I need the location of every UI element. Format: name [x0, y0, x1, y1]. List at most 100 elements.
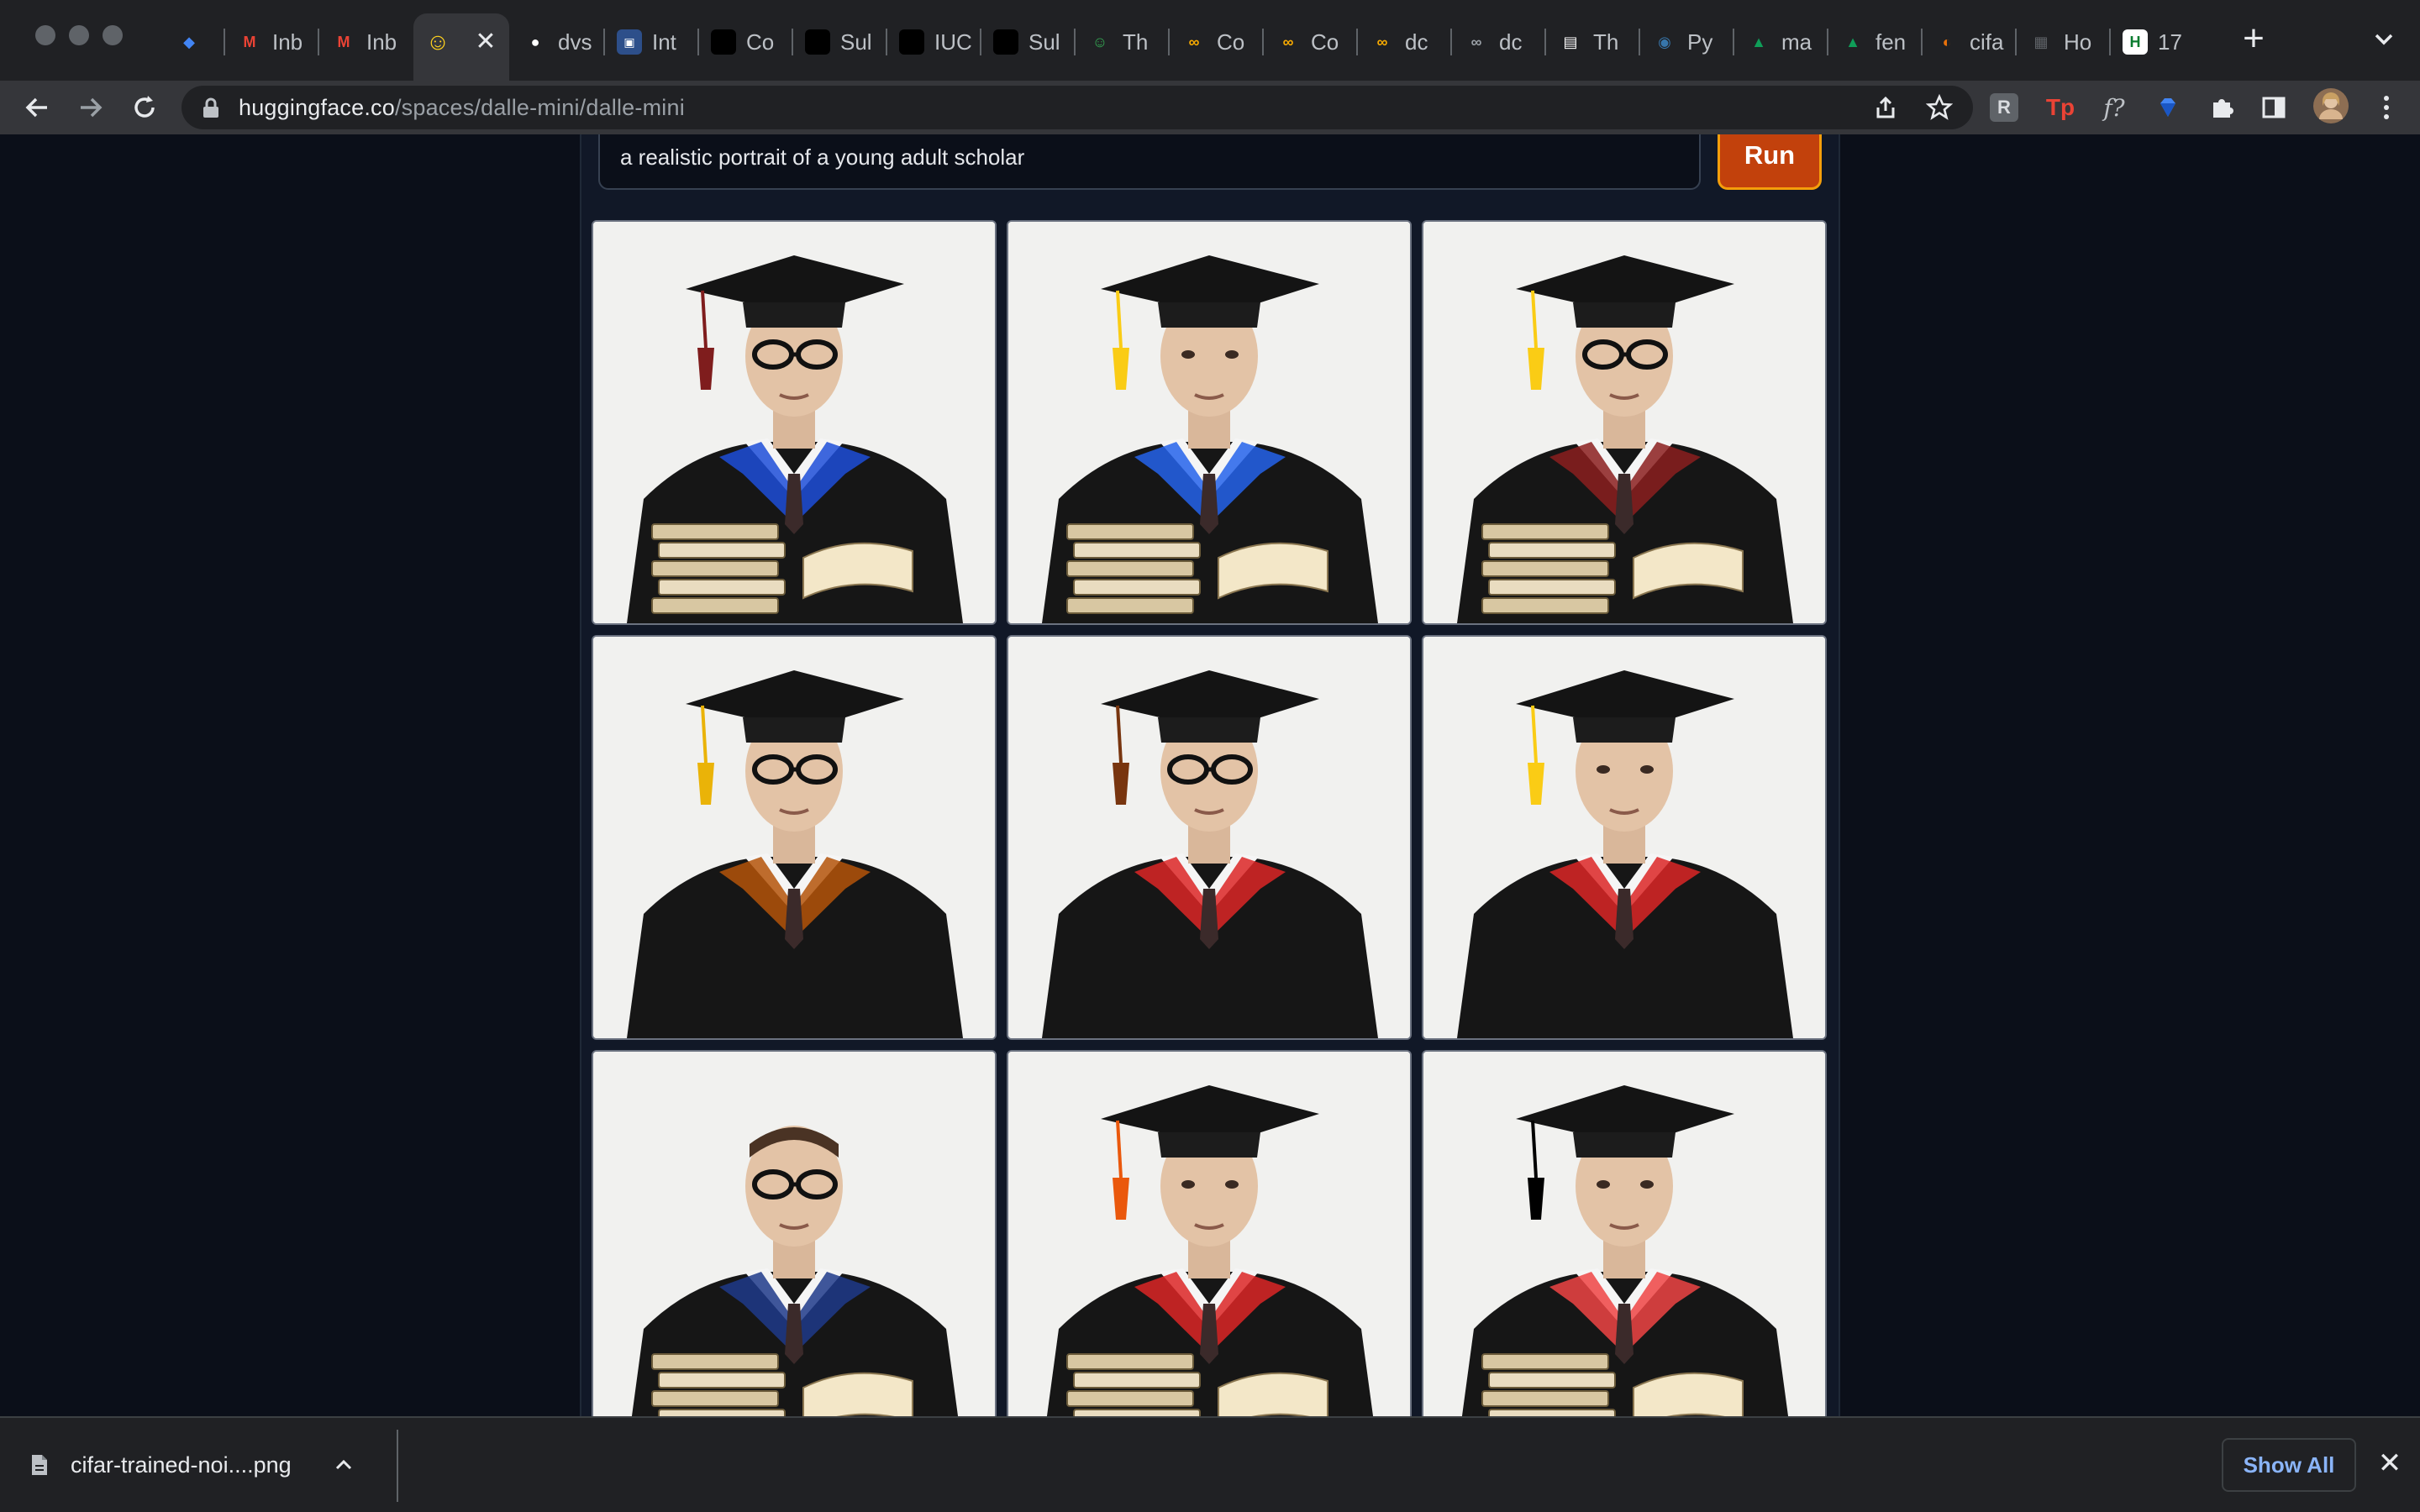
- download-item[interactable]: cifar-trained-noi....png: [30, 1435, 354, 1495]
- bookmark-star-icon[interactable]: [1924, 92, 1954, 123]
- browser-tab[interactable]: ⁝ Sul: [793, 24, 887, 60]
- tab-title: Co: [1311, 29, 1339, 55]
- browser-tab[interactable]: ▣ Int: [605, 24, 699, 60]
- browser-tab[interactable]: ∞ Co: [1170, 24, 1264, 60]
- gem-extension-icon[interactable]: [2151, 91, 2185, 124]
- tab-title: Ho: [2064, 29, 2092, 55]
- browser-tab[interactable]: M Inb: [319, 24, 413, 60]
- generated-image[interactable]: [1007, 220, 1412, 625]
- url-text[interactable]: huggingface.co/spaces/dalle-mini/dalle-m…: [239, 95, 685, 121]
- generated-image[interactable]: [592, 1050, 997, 1416]
- tab-title: Int: [652, 29, 676, 55]
- download-file-name[interactable]: cifar-trained-noi....png: [71, 1452, 292, 1478]
- tab-title: fen: [1876, 29, 1907, 55]
- tab-title: ma: [1781, 29, 1812, 55]
- browser-tab[interactable]: ∞ dc: [1358, 24, 1452, 60]
- window-close-dot[interactable]: [35, 25, 55, 45]
- url-path: /spaces/dalle-mini/dalle-mini: [394, 95, 685, 120]
- prompt-text[interactable]: a realistic portrait of a young adult sc…: [620, 144, 1024, 171]
- colab-icon: ∞: [1470, 33, 1482, 50]
- notion-icon: ⁝: [899, 29, 924, 55]
- tab-strip: ◆ M Inb M Inb ☺ ● dvs ▣ Int ⁝ Co ⁝ Sul ⁝ IUC ⁝ Sul ☺ Th ∞ Co ∞…: [0, 0, 2420, 81]
- drive-icon: ▲: [1845, 33, 1860, 50]
- lock-icon[interactable]: [202, 97, 220, 119]
- browser-menu-icon[interactable]: [2370, 91, 2403, 124]
- colab-icon: ∞: [1376, 33, 1388, 50]
- prompt-input[interactable]: a realistic portrait of a young adult sc…: [598, 134, 1701, 190]
- image-icon: ▦: [2033, 33, 2049, 50]
- browser-tab[interactable]: ▲ ma: [1734, 24, 1828, 60]
- colab-icon: ∞: [1188, 33, 1200, 50]
- generated-image[interactable]: [1422, 1050, 1827, 1416]
- notion-icon: ⁝: [711, 29, 736, 55]
- gmail-icon: M: [337, 33, 350, 50]
- browser-tab[interactable]: ▲ fen: [1828, 24, 1923, 60]
- download-shelf: cifar-trained-noi....png Show All ✕: [0, 1416, 2420, 1512]
- browser-tab[interactable]: ☺: [413, 24, 464, 60]
- forward-arrow-icon: [81, 97, 103, 118]
- show-all-button[interactable]: Show All: [2222, 1438, 2356, 1492]
- browser-tab[interactable]: ⁝ IUC: [887, 24, 981, 60]
- tab-title: Sul: [840, 29, 872, 55]
- browser-tab[interactable]: H 17: [2111, 24, 2205, 60]
- tab-search-chevron-icon[interactable]: [2370, 25, 2398, 54]
- colab-icon: ∞: [1282, 33, 1294, 50]
- generated-image[interactable]: [592, 635, 997, 1040]
- back-button[interactable]: [17, 87, 57, 128]
- window-zoom-dot[interactable]: [103, 25, 123, 45]
- r-extension-icon[interactable]: R: [1990, 93, 2018, 122]
- tab-title: dc: [1405, 29, 1428, 55]
- drive-icon: ▲: [1751, 33, 1766, 50]
- page-content: a realistic portrait of a young adult sc…: [0, 134, 2420, 1416]
- browser-tab[interactable]: ▤ Th: [1546, 24, 1640, 60]
- profile-avatar[interactable]: [2312, 87, 2349, 124]
- run-button[interactable]: Run: [1718, 134, 1822, 190]
- tab-title: Inb: [272, 29, 303, 55]
- browser-tab[interactable]: ◐ cifa: [1923, 24, 2017, 60]
- tab-title: Sul: [1028, 29, 1060, 55]
- browser-tab[interactable]: ● dvs: [511, 24, 605, 60]
- browser-tab[interactable]: M Inb: [225, 24, 319, 60]
- hugging-face-icon: ☺: [425, 29, 450, 55]
- function-extension-icon[interactable]: f?: [2097, 91, 2131, 124]
- browser-tab[interactable]: ⁝ Sul: [981, 24, 1076, 60]
- share-icon[interactable]: [1870, 92, 1901, 123]
- extension-label: Tp: [2045, 94, 2075, 120]
- generated-image[interactable]: [1007, 635, 1412, 1040]
- back-arrow-icon: [25, 97, 47, 118]
- chevron-up-icon[interactable]: [334, 1457, 354, 1473]
- side-panel-icon[interactable]: [2257, 91, 2291, 124]
- reload-button[interactable]: [124, 87, 165, 128]
- extension-label: f?: [2103, 93, 2125, 122]
- generated-image[interactable]: [1422, 635, 1827, 1040]
- new-tab-button[interactable]: +: [2235, 20, 2272, 59]
- gmail-icon: M: [243, 33, 256, 50]
- hp-icon: H: [2123, 29, 2148, 55]
- window-minimize-dot[interactable]: [69, 25, 89, 45]
- gem-icon: ◆: [183, 33, 195, 50]
- extension-label: R: [1997, 97, 2011, 118]
- browser-toolbar: huggingface.co/spaces/dalle-mini/dalle-m…: [0, 81, 2420, 134]
- generated-image[interactable]: [1422, 220, 1827, 625]
- tab-title: Th: [1593, 29, 1619, 55]
- close-tab-icon[interactable]: ✕: [472, 29, 499, 55]
- tds-icon: ▣: [617, 29, 642, 55]
- forward-button[interactable]: [71, 87, 111, 128]
- extensions-puzzle-icon[interactable]: [2205, 91, 2238, 124]
- browser-tab[interactable]: ▦ Ho: [2017, 24, 2111, 60]
- tp-extension-icon[interactable]: Tp: [2044, 91, 2077, 124]
- url-host: huggingface.co: [239, 95, 395, 120]
- browser-tab[interactable]: ☺ Th: [1076, 24, 1170, 60]
- browser-tab[interactable]: ∞ Co: [1264, 24, 1358, 60]
- browser-tab[interactable]: ∞ dc: [1452, 24, 1546, 60]
- address-bar[interactable]: huggingface.co/spaces/dalle-mini/dalle-m…: [182, 86, 1973, 129]
- generated-image[interactable]: [1007, 1050, 1412, 1416]
- github-icon: ●: [530, 33, 540, 50]
- tab-title: Co: [1217, 29, 1245, 55]
- browser-tab[interactable]: ◆: [165, 24, 225, 60]
- generated-image[interactable]: [592, 220, 997, 625]
- browser-tab[interactable]: ⁝ Co: [699, 24, 793, 60]
- browser-tab[interactable]: ◉ Py: [1640, 24, 1734, 60]
- smiley-icon: ☺: [1092, 33, 1108, 50]
- close-shelf-icon[interactable]: ✕: [2375, 1448, 2405, 1478]
